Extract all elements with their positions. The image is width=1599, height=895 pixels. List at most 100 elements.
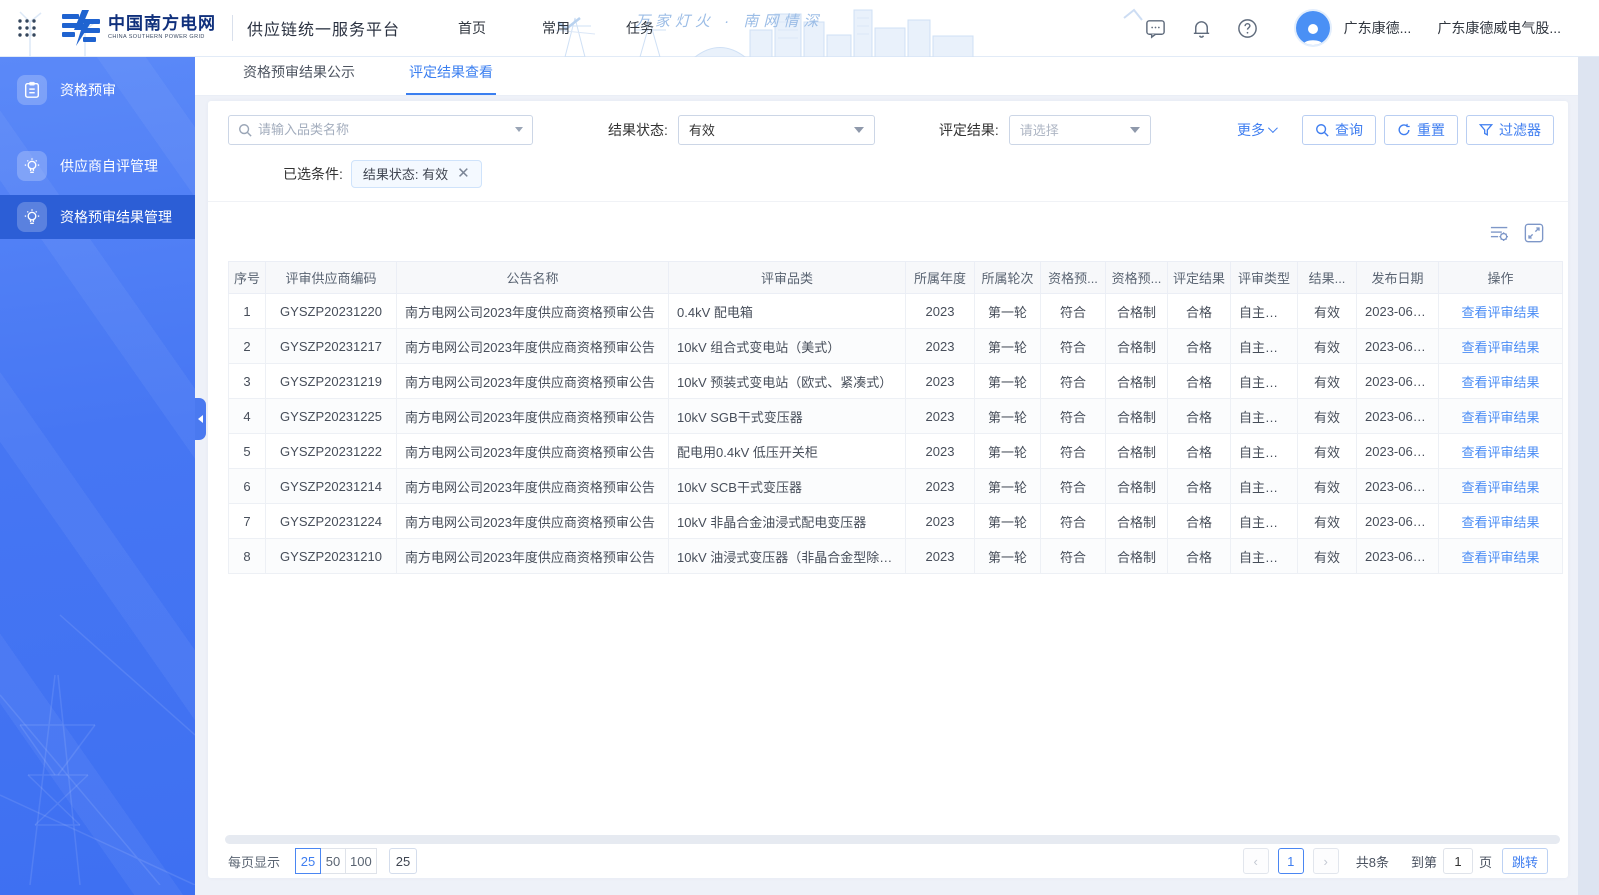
more-link[interactable]: 更多 — [1237, 120, 1275, 140]
user-name[interactable]: 广东康德... — [1344, 18, 1412, 38]
cell-round: 第一轮 — [975, 539, 1041, 574]
cell-year: 2023 — [906, 504, 975, 539]
cell-status: 有效 — [1298, 329, 1357, 364]
column-settings-icon[interactable] — [1489, 223, 1511, 243]
page-size-group: 2550100 — [295, 848, 377, 874]
chevron-down-icon — [1130, 127, 1140, 133]
table-header: 序号评审供应商编码公告名称评审品类所属年度所属轮次资格预...资格预...评定结… — [229, 262, 1563, 294]
column-header: 评审供应商编码 — [266, 262, 397, 294]
cell-pre2: 合格制 — [1106, 329, 1168, 364]
view-review-result-link[interactable]: 查看评审结果 — [1461, 375, 1539, 390]
sidebar-collapse-handle[interactable] — [195, 398, 206, 440]
view-review-result-link[interactable]: 查看评审结果 — [1461, 480, 1539, 495]
company-name[interactable]: 广东康德威电气股... — [1437, 18, 1561, 38]
view-review-result-link[interactable]: 查看评审结果 — [1461, 515, 1539, 530]
cell-notice: 南方电网公司2023年度供应商资格预审公告 — [397, 329, 669, 364]
cell-no: 7 — [229, 504, 266, 539]
top-header: 万家灯火 · 南网情深 中国南方电网 CHINA SOUTHER — [0, 0, 1599, 57]
avatar[interactable] — [1294, 9, 1332, 47]
view-review-result-link[interactable]: 查看评审结果 — [1461, 305, 1539, 320]
result-status-label: 结果状态: — [608, 120, 668, 140]
table-body: 1GYSZP20231220南方电网公司2023年度供应商资格预审公告0.4kV… — [229, 294, 1563, 574]
apps-grid-icon[interactable] — [14, 15, 40, 41]
cell-code: GYSZP20231217 — [266, 329, 397, 364]
category-search-select[interactable] — [228, 115, 533, 145]
reset-button[interactable]: 重置 — [1384, 115, 1458, 145]
column-header: 评定结果 — [1168, 262, 1231, 294]
cell-type: 自主提交 — [1231, 469, 1298, 504]
result-status-select[interactable]: 有效 — [678, 115, 875, 145]
view-review-result-link[interactable]: 查看评审结果 — [1461, 445, 1539, 460]
jump-button[interactable]: 跳转 — [1502, 848, 1548, 874]
table-row: 5GYSZP20231222南方电网公司2023年度供应商资格预审公告配电用0.… — [229, 434, 1563, 469]
search-icon — [238, 123, 252, 137]
page-number-1[interactable]: 1 — [1278, 848, 1304, 874]
horizontal-scrollbar[interactable] — [225, 835, 1560, 844]
per-page-label: 每页显示 — [228, 852, 280, 871]
fullscreen-icon[interactable] — [1524, 223, 1544, 243]
tag-close-icon[interactable]: ✕ — [457, 166, 470, 181]
page-size-option[interactable]: 25 — [295, 848, 321, 874]
cell-type: 自主提交 — [1231, 539, 1298, 574]
tabstrip: 资格预审结果公示 评定结果查看 — [195, 57, 1578, 96]
query-button[interactable]: 查询 — [1302, 115, 1376, 145]
cell-type: 自主提交 — [1231, 364, 1298, 399]
search-input[interactable] — [258, 122, 515, 137]
view-review-result-link[interactable]: 查看评审结果 — [1461, 550, 1539, 565]
cell-pre1: 符合 — [1041, 434, 1106, 469]
cell-category: 10kV SCB干式变压器 — [669, 469, 906, 504]
filter-actions: 更多 查询 重置 过滤器 — [1237, 115, 1554, 145]
cell-code: GYSZP20231219 — [266, 364, 397, 399]
filter-button[interactable]: 过滤器 — [1466, 115, 1554, 145]
cell-round: 第一轮 — [975, 504, 1041, 539]
pagination-right: ‹ 1 › 共8条 到第 页 跳转 — [1243, 848, 1548, 874]
selected-conditions-label: 已选条件: — [283, 164, 343, 184]
sidebar-item-supplier-self-eval[interactable]: 供应商自评管理 — [0, 144, 195, 188]
chevron-down-icon — [854, 127, 864, 133]
tab-evaluation-result-view[interactable]: 评定结果查看 — [406, 62, 496, 95]
next-page-button[interactable]: › — [1313, 848, 1339, 874]
eval-result-label: 评定结果: — [939, 120, 999, 140]
prev-page-button[interactable]: ‹ — [1243, 848, 1269, 874]
message-icon[interactable] — [1144, 16, 1168, 40]
goto-prefix: 到第 — [1411, 852, 1437, 871]
cell-status: 有效 — [1298, 504, 1357, 539]
goto-page-input[interactable] — [1443, 848, 1473, 874]
column-header: 资格预... — [1041, 262, 1106, 294]
page-size-option[interactable]: 50 — [320, 848, 346, 874]
cell-pre1: 符合 — [1041, 329, 1106, 364]
table-wrap: 序号评审供应商编码公告名称评审品类所属年度所属轮次资格预...资格预...评定结… — [228, 261, 1563, 574]
cell-no: 4 — [229, 399, 266, 434]
cell-type: 自主提交 — [1231, 294, 1298, 329]
nav-item-common[interactable]: 常用 — [542, 18, 570, 38]
eval-result-select[interactable]: 请选择 — [1009, 115, 1151, 145]
cell-round: 第一轮 — [975, 399, 1041, 434]
cell-status: 有效 — [1298, 399, 1357, 434]
cell-type: 自主提交 — [1231, 399, 1298, 434]
page-size-option[interactable]: 100 — [345, 848, 377, 874]
cell-notice: 南方电网公司2023年度供应商资格预审公告 — [397, 469, 669, 504]
notification-bell-icon[interactable] — [1190, 16, 1214, 40]
cell-category: 10kV SGB干式变压器 — [669, 399, 906, 434]
cell-code: GYSZP20231225 — [266, 399, 397, 434]
current-page-size-box[interactable]: 25 — [389, 848, 417, 874]
cell-eval: 合格 — [1168, 329, 1231, 364]
cell-year: 2023 — [906, 469, 975, 504]
search-icon — [1315, 123, 1329, 137]
nav-item-tasks[interactable]: 任务 — [626, 18, 654, 38]
cell-pre1: 符合 — [1041, 469, 1106, 504]
funnel-icon — [1479, 123, 1493, 137]
cell-round: 第一轮 — [975, 329, 1041, 364]
nav-item-home[interactable]: 首页 — [458, 18, 486, 38]
sidebar-item-qualification-prereview[interactable]: 资格预审 — [0, 68, 195, 112]
sidebar-item-prereview-result-mgmt[interactable]: 资格预审结果管理 — [0, 195, 195, 239]
vertical-scrollbar[interactable] — [1578, 57, 1599, 895]
help-icon[interactable] — [1236, 16, 1260, 40]
tab-prereview-result-publicity[interactable]: 资格预审结果公示 — [240, 62, 358, 95]
cell-eval: 合格 — [1168, 504, 1231, 539]
cell-notice: 南方电网公司2023年度供应商资格预审公告 — [397, 504, 669, 539]
view-review-result-link[interactable]: 查看评审结果 — [1461, 410, 1539, 425]
header-divider — [232, 15, 233, 41]
cell-pre1: 符合 — [1041, 364, 1106, 399]
view-review-result-link[interactable]: 查看评审结果 — [1461, 340, 1539, 355]
